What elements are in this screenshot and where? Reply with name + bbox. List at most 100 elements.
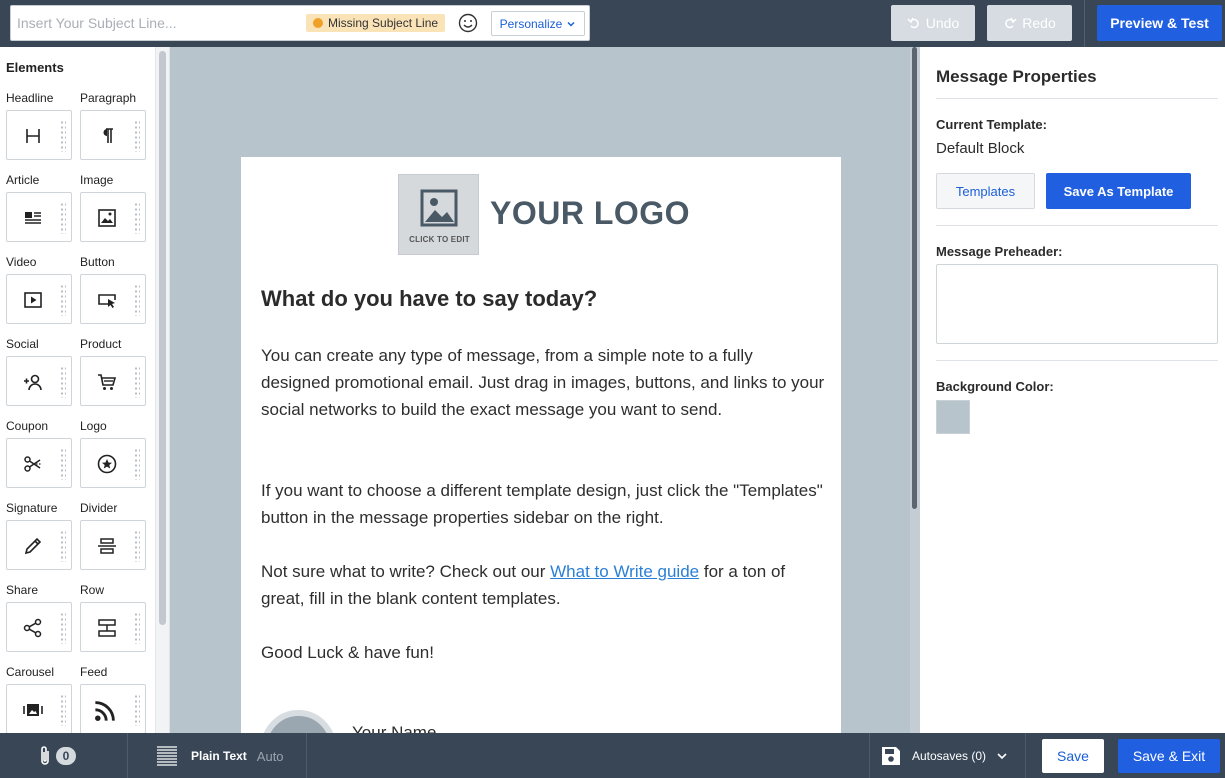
- redo-label: Redo: [1022, 15, 1056, 31]
- element-coupon[interactable]: Coupon: [6, 419, 72, 488]
- canvas-scrollbar-thumb[interactable]: [912, 47, 917, 509]
- drag-handle[interactable]: [60, 612, 66, 644]
- drag-handle[interactable]: [60, 366, 66, 398]
- preview-test-button[interactable]: Preview & Test: [1097, 5, 1222, 41]
- drag-handle[interactable]: [60, 694, 66, 726]
- element-tile[interactable]: [80, 684, 146, 733]
- signature-name[interactable]: Your Name: [352, 723, 436, 733]
- element-tile[interactable]: [6, 438, 72, 488]
- background-color-swatch[interactable]: [936, 400, 970, 434]
- drag-handle[interactable]: [134, 530, 140, 562]
- signature-avatar[interactable]: [261, 710, 336, 733]
- element-social[interactable]: Social: [6, 337, 72, 406]
- element-label: Social: [6, 337, 39, 351]
- attachments-button[interactable]: 0: [38, 745, 76, 767]
- element-tile[interactable]: [80, 356, 146, 406]
- logo-placeholder[interactable]: CLICK TO EDIT: [398, 174, 479, 255]
- element-tile[interactable]: [80, 520, 146, 570]
- personalize-dropdown[interactable]: Personalize: [491, 11, 585, 36]
- element-carousel[interactable]: Carousel: [6, 665, 72, 733]
- email-paragraph-4[interactable]: Good Luck & have fun!: [261, 639, 826, 666]
- divider: [869, 733, 870, 778]
- save-and-exit-button[interactable]: Save & Exit: [1118, 739, 1220, 773]
- element-tile[interactable]: [80, 438, 146, 488]
- headline-icon: [26, 129, 40, 143]
- templates-button[interactable]: Templates: [936, 173, 1035, 209]
- subject-line-input[interactable]: [11, 6, 301, 40]
- undo-label: Undo: [925, 15, 960, 31]
- element-tile[interactable]: [6, 602, 72, 652]
- element-signature[interactable]: Signature: [6, 501, 72, 570]
- what-to-write-guide-link[interactable]: What to Write guide: [550, 562, 699, 581]
- element-label: Product: [80, 337, 122, 351]
- element-tile[interactable]: [80, 110, 146, 160]
- element-label: Feed: [80, 665, 108, 679]
- paragraph-text: Not sure what to write? Check out our: [261, 562, 551, 581]
- save-as-template-button[interactable]: Save As Template: [1046, 173, 1191, 209]
- element-label: Paragraph: [80, 91, 137, 105]
- rss-icon: [95, 701, 115, 721]
- plain-text-label: Plain Text: [191, 749, 247, 763]
- element-button[interactable]: Button: [80, 255, 146, 324]
- autosaves-dropdown[interactable]: Autosaves (0): [880, 745, 1008, 767]
- drag-handle[interactable]: [134, 284, 140, 316]
- save-button[interactable]: Save: [1042, 739, 1104, 773]
- element-divider[interactable]: Divider: [80, 501, 146, 570]
- drag-handle[interactable]: [60, 202, 66, 234]
- element-label: Button: [80, 255, 115, 269]
- element-tile[interactable]: [6, 110, 72, 160]
- element-row[interactable]: Row: [80, 583, 146, 652]
- element-feed[interactable]: Feed: [80, 665, 146, 733]
- plain-text-toggle[interactable]: Plain Text Auto: [155, 744, 284, 768]
- properties-title: Message Properties: [936, 67, 1097, 86]
- element-tile[interactable]: [6, 356, 72, 406]
- logo-text[interactable]: YOUR LOGO: [490, 195, 690, 232]
- drag-handle[interactable]: [60, 530, 66, 562]
- element-logo[interactable]: Logo: [80, 419, 146, 488]
- element-tile[interactable]: [6, 192, 72, 242]
- personalize-label: Personalize: [499, 16, 563, 31]
- drag-handle[interactable]: [134, 694, 140, 726]
- email-paragraph-3[interactable]: Not sure what to write? Check out our Wh…: [261, 558, 826, 612]
- drag-handle[interactable]: [134, 448, 140, 480]
- drag-handle[interactable]: [60, 120, 66, 152]
- element-headline[interactable]: Headline: [6, 91, 72, 160]
- element-tile[interactable]: [6, 274, 72, 324]
- emoji-icon[interactable]: [458, 13, 478, 33]
- drag-handle[interactable]: [134, 202, 140, 234]
- element-label: Divider: [80, 501, 118, 515]
- element-tile[interactable]: [80, 274, 146, 324]
- elements-scrollbar[interactable]: [155, 47, 169, 733]
- element-video[interactable]: Video: [6, 255, 72, 324]
- email-canvas: CLICK TO EDIT YOUR LOGO What do you have…: [170, 47, 920, 733]
- element-product[interactable]: Product: [80, 337, 146, 406]
- button-icon: [98, 294, 116, 308]
- divider: [1025, 733, 1026, 778]
- drag-handle[interactable]: [60, 284, 66, 316]
- drag-handle[interactable]: [134, 366, 140, 398]
- element-tile[interactable]: [80, 192, 146, 242]
- divider: [936, 225, 1218, 226]
- email-paragraph-1[interactable]: You can create any type of message, from…: [261, 342, 826, 423]
- element-image[interactable]: Image: [80, 173, 146, 242]
- undo-icon: [907, 17, 919, 29]
- drag-handle[interactable]: [134, 612, 140, 644]
- divider: [936, 98, 1218, 99]
- email-headline[interactable]: What do you have to say today?: [261, 286, 821, 312]
- elements-scrollbar-thumb[interactable]: [159, 51, 166, 625]
- drag-handle[interactable]: [134, 120, 140, 152]
- element-tile[interactable]: [6, 520, 72, 570]
- element-share[interactable]: Share: [6, 583, 72, 652]
- undo-button[interactable]: Undo: [891, 5, 975, 41]
- drag-handle[interactable]: [60, 448, 66, 480]
- element-article[interactable]: Article: [6, 173, 72, 242]
- email-body[interactable]: CLICK TO EDIT YOUR LOGO What do you have…: [241, 157, 841, 733]
- email-paragraph-2[interactable]: If you want to choose a different templa…: [261, 477, 826, 531]
- subject-line-box: Missing Subject Line Personalize: [10, 5, 590, 41]
- element-tile[interactable]: [80, 602, 146, 652]
- element-paragraph[interactable]: Paragraph: [80, 91, 146, 160]
- canvas-scrollbar[interactable]: [910, 47, 920, 733]
- redo-button[interactable]: Redo: [987, 5, 1072, 41]
- preheader-textarea[interactable]: [936, 264, 1218, 344]
- element-tile[interactable]: [6, 684, 72, 733]
